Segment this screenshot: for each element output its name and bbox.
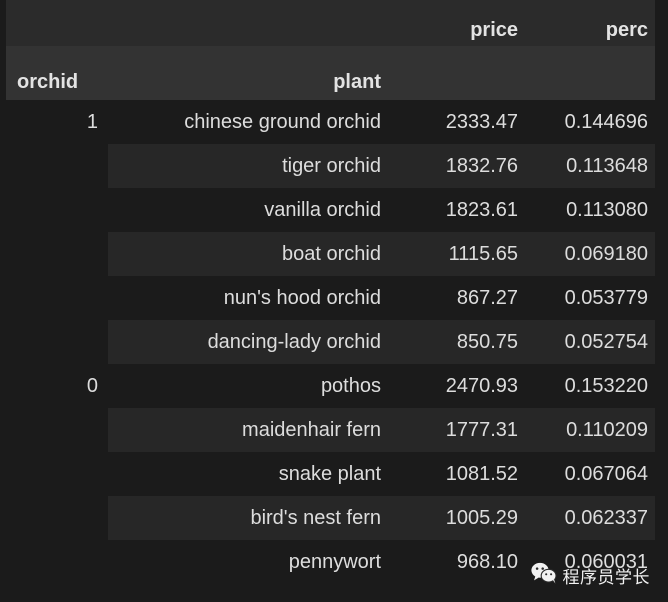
cell-plant-name: maidenhair fern bbox=[108, 408, 388, 452]
column-header-blank-index bbox=[6, 0, 108, 46]
table-row[interactable]: snake plant 1081.52 0.067064 bbox=[6, 452, 655, 496]
table-row[interactable]: vanilla orchid 1823.61 0.113080 bbox=[6, 188, 655, 232]
index-row-blank-perc bbox=[525, 46, 655, 100]
cell-orchid-index: 0 bbox=[6, 364, 108, 408]
cell-orchid-index bbox=[6, 188, 108, 232]
cell-plant-name: vanilla orchid bbox=[108, 188, 388, 232]
index-name-orchid[interactable]: orchid bbox=[6, 46, 108, 100]
table-row[interactable]: nun's hood orchid 867.27 0.053779 bbox=[6, 276, 655, 320]
column-header-row: price perc bbox=[6, 0, 655, 46]
cell-price: 1081.52 bbox=[388, 452, 525, 496]
table-row[interactable]: 0 pothos 2470.93 0.153220 bbox=[6, 364, 655, 408]
column-header-perc[interactable]: perc bbox=[525, 0, 655, 46]
cell-plant-name: boat orchid bbox=[108, 232, 388, 276]
index-name-plant[interactable]: plant bbox=[108, 46, 388, 100]
cell-perc: 0.060031 bbox=[525, 540, 655, 584]
cell-price: 1115.65 bbox=[388, 232, 525, 276]
table-row[interactable]: dancing-lady orchid 850.75 0.052754 bbox=[6, 320, 655, 364]
cell-plant-name: bird's nest fern bbox=[108, 496, 388, 540]
cell-plant-name: tiger orchid bbox=[108, 144, 388, 188]
cell-orchid-index bbox=[6, 320, 108, 364]
cell-orchid-index bbox=[6, 144, 108, 188]
cell-plant-name: snake plant bbox=[108, 452, 388, 496]
cell-orchid-index: 1 bbox=[6, 100, 108, 144]
cell-perc: 0.110209 bbox=[525, 408, 655, 452]
table-head: price perc orchid plant bbox=[6, 0, 655, 100]
cell-price: 850.75 bbox=[388, 320, 525, 364]
table-row[interactable]: boat orchid 1115.65 0.069180 bbox=[6, 232, 655, 276]
cell-price: 1823.61 bbox=[388, 188, 525, 232]
cell-price: 2333.47 bbox=[388, 100, 525, 144]
cell-plant-name: nun's hood orchid bbox=[108, 276, 388, 320]
table-row[interactable]: maidenhair fern 1777.31 0.110209 bbox=[6, 408, 655, 452]
cell-perc: 0.069180 bbox=[525, 232, 655, 276]
table-row[interactable]: tiger orchid 1832.76 0.113648 bbox=[6, 144, 655, 188]
cell-price: 1005.29 bbox=[388, 496, 525, 540]
cell-orchid-index bbox=[6, 496, 108, 540]
cell-perc: 0.067064 bbox=[525, 452, 655, 496]
table-row[interactable]: bird's nest fern 1005.29 0.062337 bbox=[6, 496, 655, 540]
cell-plant-name: pennywort bbox=[108, 540, 388, 584]
column-header-blank-plant bbox=[108, 0, 388, 46]
cell-price: 1832.76 bbox=[388, 144, 525, 188]
cell-orchid-index bbox=[6, 408, 108, 452]
index-row-blank-price bbox=[388, 46, 525, 100]
cell-perc: 0.113080 bbox=[525, 188, 655, 232]
cell-orchid-index bbox=[6, 540, 108, 584]
cell-perc: 0.062337 bbox=[525, 496, 655, 540]
cell-price: 968.10 bbox=[388, 540, 525, 584]
index-name-row: orchid plant bbox=[6, 46, 655, 100]
table-body: 1 chinese ground orchid 2333.47 0.144696 tig… bbox=[6, 100, 655, 584]
cell-price: 1777.31 bbox=[388, 408, 525, 452]
column-header-price[interactable]: price bbox=[388, 0, 525, 46]
cell-perc: 0.153220 bbox=[525, 364, 655, 408]
cell-perc: 0.144696 bbox=[525, 100, 655, 144]
cell-orchid-index bbox=[6, 232, 108, 276]
cell-price: 867.27 bbox=[388, 276, 525, 320]
cell-perc: 0.053779 bbox=[525, 276, 655, 320]
dataframe-output: price perc orchid plant 1 chinese ground … bbox=[0, 0, 668, 602]
cell-perc: 0.052754 bbox=[525, 320, 655, 364]
cell-perc: 0.113648 bbox=[525, 144, 655, 188]
cell-orchid-index bbox=[6, 276, 108, 320]
table-row[interactable]: 1 chinese ground orchid 2333.47 0.144696 bbox=[6, 100, 655, 144]
cell-plant-name: pothos bbox=[108, 364, 388, 408]
cell-price: 2470.93 bbox=[388, 364, 525, 408]
cell-orchid-index bbox=[6, 452, 108, 496]
table-row[interactable]: pennywort 968.10 0.060031 bbox=[6, 540, 655, 584]
dataframe-table: price perc orchid plant 1 chinese ground … bbox=[6, 0, 655, 584]
cell-plant-name: chinese ground orchid bbox=[108, 100, 388, 144]
cell-plant-name: dancing-lady orchid bbox=[108, 320, 388, 364]
